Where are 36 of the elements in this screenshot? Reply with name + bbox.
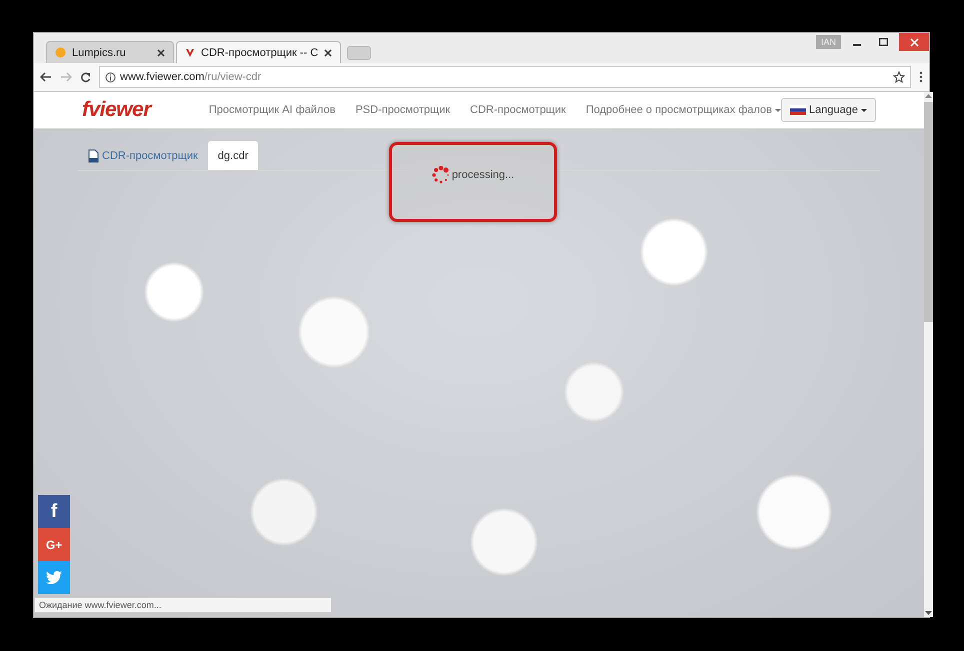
close-icon[interactable] <box>324 48 332 56</box>
circle-favicon-icon <box>55 47 66 58</box>
google-plus-share-button[interactable]: G+ <box>38 528 70 561</box>
scrollbar-thumb[interactable] <box>924 102 933 322</box>
caret-icon <box>860 108 867 112</box>
spinner-icon <box>432 166 450 184</box>
page-tab[interactable]: dg.cdr <box>208 141 258 170</box>
scroll-up-icon[interactable] <box>924 94 932 98</box>
back-arrow-icon[interactable] <box>40 72 52 82</box>
page-tab[interactable]: CDR-просмотрщик <box>78 141 208 170</box>
nav-link[interactable]: PSD-просмотрщик <box>355 104 450 116</box>
close-button[interactable] <box>899 33 929 51</box>
menu-icon[interactable] <box>919 71 923 83</box>
browser-tab[interactable]: Lumpics.ru <box>46 41 174 63</box>
browser-tab[interactable]: CDR-просмотрщик -- С <box>176 41 342 63</box>
language-button[interactable]: Language <box>781 98 876 122</box>
reload-icon[interactable] <box>80 72 91 82</box>
nav-link[interactable]: Подробнее о просмотрщиках фалов <box>586 104 781 116</box>
nav-link[interactable]: Просмотрщик AI файлов <box>208 104 336 116</box>
nav-link[interactable]: CDR-просмотрщик <box>470 104 566 116</box>
v-favicon-icon <box>185 48 195 58</box>
maximize-icon[interactable] <box>878 38 888 46</box>
address-field[interactable]: www.fviewer.com/ru/view-cdr <box>99 66 911 88</box>
close-icon[interactable] <box>157 48 165 56</box>
facebook-share-button[interactable]: f <box>38 495 70 528</box>
bird-icon[interactable] <box>38 561 70 594</box>
star-icon[interactable] <box>893 71 905 83</box>
info-icon[interactable] <box>105 72 116 82</box>
flag-icon <box>790 105 806 115</box>
scroll-down-icon[interactable] <box>924 611 932 615</box>
file-icon <box>88 148 99 162</box>
status-bar: Ожидание www.fviewer.com... <box>34 597 332 613</box>
site-logo[interactable]: fviewer <box>82 98 151 122</box>
processing-text: processing... <box>452 169 514 181</box>
caret-icon <box>775 108 781 112</box>
close-icon <box>910 38 918 46</box>
